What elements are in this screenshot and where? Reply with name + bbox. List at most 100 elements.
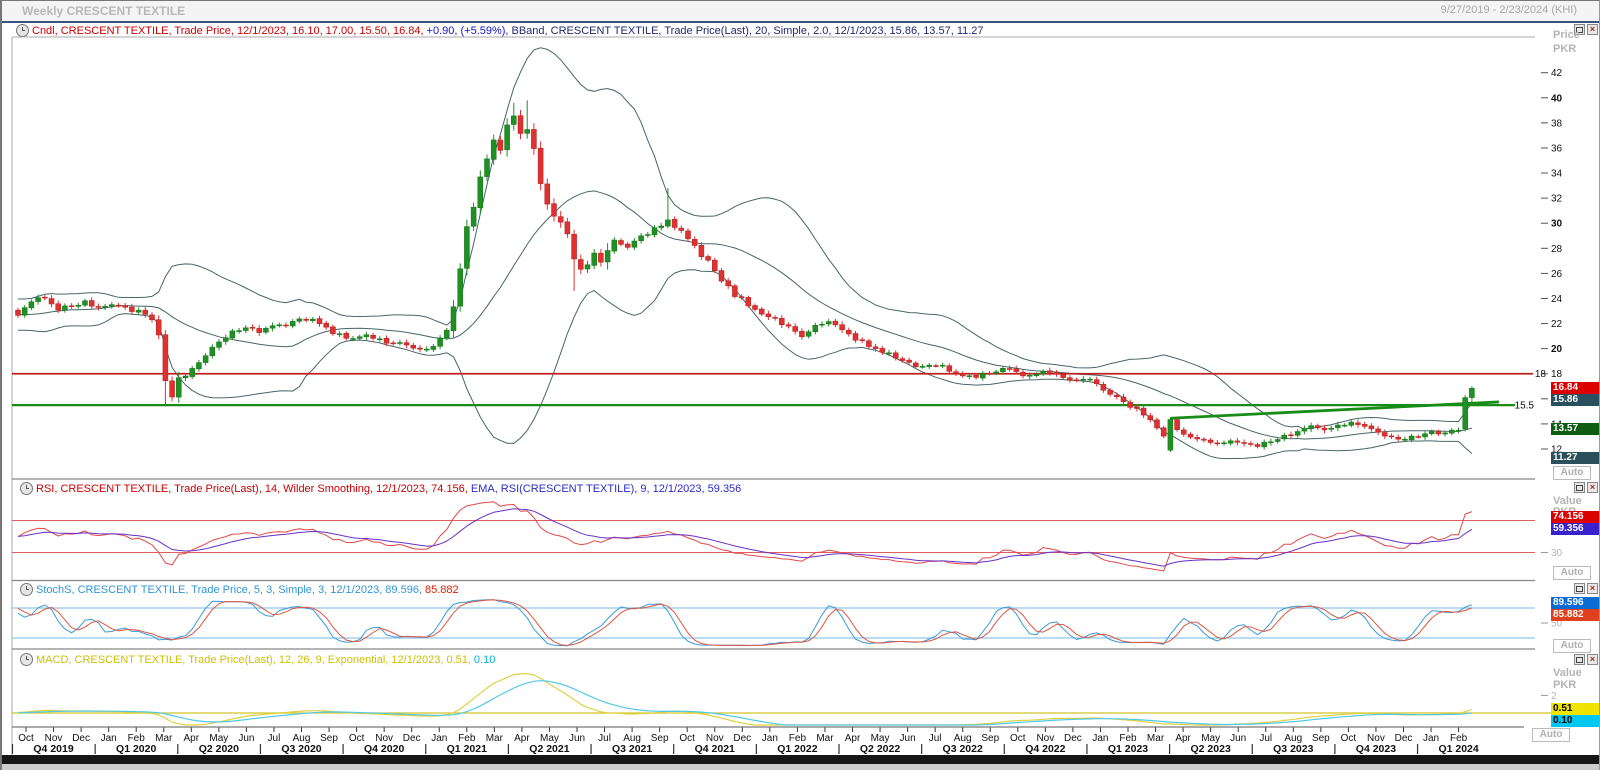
svg-text:Mar: Mar	[816, 733, 834, 744]
window-bottom-margin	[2, 764, 1599, 770]
legend-rsi-ema-values: EMA, RSI(CRESCENT TEXTILE), 9, 12/1/2023…	[471, 483, 741, 495]
svg-text:Q2 2021: Q2 2021	[529, 743, 569, 755]
svg-text:Apr: Apr	[184, 733, 200, 744]
time-axis-auto-toggle[interactable]: Auto	[1532, 728, 1570, 742]
price-axis-unit: PKR	[1553, 43, 1576, 55]
svg-text:Dec: Dec	[1395, 733, 1413, 744]
svg-text:Jan: Jan	[1423, 733, 1439, 744]
restore-button[interactable]	[1574, 583, 1585, 594]
macd-panel-buttons: ×	[1574, 654, 1598, 665]
svg-text:Sep: Sep	[651, 733, 669, 744]
svg-text:Q1 2020: Q1 2020	[116, 743, 156, 755]
svg-text:Jul: Jul	[598, 733, 611, 744]
svg-text:Oct: Oct	[18, 733, 34, 744]
legend-stoch-values: StochS, CRESCENT TEXTILE, Trade Price, 5…	[36, 584, 422, 596]
svg-text:Mar: Mar	[155, 733, 173, 744]
macd-value-badge: 0.51	[1551, 703, 1600, 715]
stoch-d-badge: 85.882	[1551, 609, 1600, 621]
bb-mid-badge: 13.57	[1551, 423, 1600, 435]
svg-text:Jan: Jan	[431, 733, 447, 744]
stoch-legend: StochS, CRESCENT TEXTILE, Trade Price, 5…	[20, 583, 459, 596]
clock-icon	[20, 482, 33, 495]
svg-text:Oct: Oct	[349, 733, 365, 744]
last-price-badge: 16.84	[1551, 382, 1600, 394]
svg-text:Jul: Jul	[268, 733, 281, 744]
svg-text:Q3 2023: Q3 2023	[1273, 743, 1313, 755]
svg-text:38: 38	[1551, 118, 1563, 129]
legend-rsi-values: RSI, CRESCENT TEXTILE, Trade Price(Last)…	[36, 483, 468, 495]
svg-text:Q1 2022: Q1 2022	[777, 743, 817, 755]
svg-text:Q2 2023: Q2 2023	[1191, 743, 1231, 755]
svg-text:32: 32	[1551, 194, 1563, 205]
restore-button[interactable]	[1574, 482, 1585, 493]
svg-text:15.5: 15.5	[1515, 401, 1535, 412]
legend-macd-signal-value: 0.10	[474, 654, 495, 666]
stoch-k-badge: 89.596	[1551, 597, 1600, 609]
svg-text:Jul: Jul	[929, 733, 942, 744]
bb-lower-badge: 11.27	[1551, 452, 1600, 464]
svg-text:2: 2	[1551, 691, 1557, 702]
svg-text:Apr: Apr	[514, 733, 530, 744]
close-button[interactable]: ×	[1587, 654, 1598, 665]
svg-text:Mar: Mar	[486, 733, 504, 744]
svg-text:Dec: Dec	[733, 733, 751, 744]
svg-text:Q3 2022: Q3 2022	[943, 743, 983, 755]
price-axis-auto-toggle[interactable]: Auto	[1553, 466, 1591, 480]
svg-text:30: 30	[1551, 219, 1563, 230]
svg-text:Q3 2021: Q3 2021	[612, 743, 652, 755]
macd-signal-badge: 0.10	[1551, 715, 1600, 727]
svg-text:Q2 2020: Q2 2020	[199, 743, 239, 755]
svg-text:Q2 2022: Q2 2022	[860, 743, 900, 755]
macd-axis-title: Value	[1553, 667, 1582, 679]
rsi-ema-badge: 59.356	[1551, 523, 1600, 535]
svg-text:24: 24	[1551, 294, 1563, 305]
svg-text:Dec: Dec	[72, 733, 90, 744]
svg-text:Jul: Jul	[1259, 733, 1272, 744]
svg-text:Jun: Jun	[900, 733, 916, 744]
svg-text:Q3 2020: Q3 2020	[281, 743, 321, 755]
svg-text:Oct: Oct	[1341, 733, 1357, 744]
svg-text:Q4 2020: Q4 2020	[364, 743, 404, 755]
svg-text:Apr: Apr	[845, 733, 861, 744]
svg-text:Q4 2022: Q4 2022	[1025, 743, 1065, 755]
rsi-axis-auto-toggle[interactable]: Auto	[1553, 566, 1591, 580]
svg-text:36: 36	[1551, 143, 1563, 154]
svg-text:28: 28	[1551, 244, 1563, 255]
svg-text:Jan: Jan	[762, 733, 778, 744]
svg-text:Jun: Jun	[238, 733, 254, 744]
svg-text:Jun: Jun	[569, 733, 585, 744]
price-axis-title: Price	[1553, 29, 1580, 41]
svg-text:42: 42	[1551, 68, 1563, 79]
rsi-panel-buttons: ×	[1574, 482, 1598, 493]
svg-text:34: 34	[1551, 169, 1563, 180]
chart-window: Weekly CRESCENT TEXTILE 9/27/2019 - 2/23…	[0, 0, 1600, 770]
clock-icon	[20, 653, 33, 666]
svg-text:30: 30	[1551, 548, 1563, 559]
rsi-value-badge: 74.156	[1551, 511, 1600, 523]
svg-text:Jan: Jan	[1092, 733, 1108, 744]
rsi-legend: RSI, CRESCENT TEXTILE, Trade Price(Last)…	[20, 482, 741, 495]
svg-text:20: 20	[1551, 344, 1563, 355]
window-bottom-border	[2, 755, 1599, 764]
svg-text:Oct: Oct	[679, 733, 695, 744]
svg-text:Jun: Jun	[1230, 733, 1246, 744]
svg-text:Sep: Sep	[320, 733, 338, 744]
stoch-axis-auto-toggle[interactable]: Auto	[1553, 639, 1591, 653]
svg-text:Q1 2023: Q1 2023	[1108, 743, 1148, 755]
macd-legend: MACD, CRESCENT TEXTILE, Trade Price(Last…	[20, 653, 495, 666]
svg-text:Q1 2021: Q1 2021	[447, 743, 487, 755]
bb-upper-badge: 15.86	[1551, 394, 1600, 406]
svg-text:26: 26	[1551, 269, 1563, 280]
close-button[interactable]: ×	[1587, 482, 1598, 493]
svg-text:Sep: Sep	[1312, 733, 1330, 744]
svg-text:Mar: Mar	[1147, 733, 1165, 744]
svg-text:22: 22	[1551, 319, 1563, 330]
stoch-panel-buttons: ×	[1574, 583, 1598, 594]
macd-axis-unit: PKR	[1553, 679, 1576, 691]
svg-text:40: 40	[1551, 93, 1563, 104]
legend-macd-values: MACD, CRESCENT TEXTILE, Trade Price(Last…	[36, 654, 471, 666]
restore-button[interactable]	[1574, 654, 1585, 665]
svg-text:Dec: Dec	[403, 733, 421, 744]
svg-text:Dec: Dec	[1064, 733, 1082, 744]
close-button[interactable]: ×	[1587, 583, 1598, 594]
